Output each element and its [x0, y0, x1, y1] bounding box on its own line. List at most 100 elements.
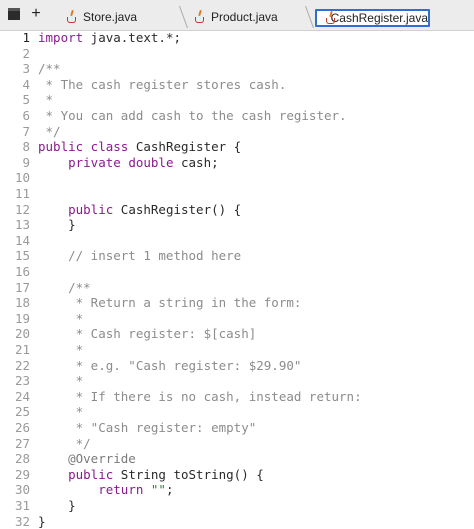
code-text: /**	[38, 61, 61, 77]
code-token: *	[38, 342, 84, 357]
code-token: *	[38, 373, 84, 389]
code-line[interactable]: 18 * Return a string in the form:	[0, 295, 474, 311]
code-line[interactable]: 11	[0, 186, 474, 202]
code-token: public	[68, 466, 114, 482]
code-text: *	[38, 373, 84, 389]
code-text: * Return a string in the form:	[38, 295, 302, 311]
code-text: import java.text.*;	[38, 30, 181, 46]
code-token: ;	[165, 482, 174, 498]
tab-label: Product.java	[211, 10, 278, 24]
code-text: * You can add cash to the cash register.	[38, 108, 347, 124]
code-text: *	[38, 342, 84, 358]
code-line[interactable]: 9 private double cash;	[0, 155, 474, 171]
code-line[interactable]: 3 /**	[0, 61, 474, 77]
code-line[interactable]: 30 return "";	[0, 482, 474, 498]
code-line[interactable]: 28 @Override	[0, 451, 474, 467]
code-token: *	[38, 310, 84, 326]
line-number: 6	[22, 108, 30, 123]
code-text: public class CashRegister {	[38, 139, 241, 155]
code-line[interactable]: 29 public String toString() {	[0, 467, 474, 483]
line-number: 28	[14, 451, 30, 467]
code-token: */	[38, 435, 91, 451]
code-token: // insert 1 method here	[38, 248, 242, 264]
code-token: CashRegister() {	[113, 201, 242, 217]
code-text: private double cash;	[38, 155, 219, 171]
code-line[interactable]: 5 *	[0, 92, 474, 108]
line-number: 30	[14, 482, 30, 498]
line-number: 20	[14, 326, 30, 342]
code-token: java.text.*;	[83, 30, 181, 45]
code-line[interactable]: 23 *	[0, 373, 474, 389]
code-token: ""	[150, 482, 166, 498]
code-line[interactable]: 13 }	[0, 217, 474, 233]
line-number: 15	[14, 248, 30, 264]
code-text: * "Cash register: empty"	[38, 420, 257, 436]
code-line[interactable]: 17 /**	[0, 280, 474, 296]
code-line[interactable]: 26 * "Cash register: empty"	[0, 420, 474, 436]
code-line[interactable]: 24 * If there is no cash, instead return…	[0, 389, 474, 405]
line-number: 9	[22, 154, 30, 170]
line-number: 16	[14, 264, 30, 279]
line-number: 2	[22, 45, 30, 61]
line-number: 18	[14, 295, 30, 311]
code-line[interactable]: 31 }	[0, 498, 474, 514]
line-number: 11	[14, 186, 30, 201]
code-text: }	[38, 514, 46, 529]
code-line[interactable]: 21 *	[0, 342, 474, 358]
tab-label: Store.java	[83, 10, 138, 24]
code-token: * You can add cash to the cash register.	[38, 108, 347, 123]
code-editor[interactable]: 1 import java.text.*; 2 3/** 4 * The cash re…	[0, 30, 474, 529]
code-line[interactable]: 22 * e.g. "Cash register: $29.90"	[0, 358, 474, 374]
code-token: * If there is no cash, instead return:	[38, 388, 362, 404]
code-line[interactable]: 1 import java.text.*;	[0, 30, 474, 46]
code-line[interactable]: 25 *	[0, 404, 474, 420]
terminal-icon	[8, 8, 20, 20]
code-text: /**	[38, 280, 91, 296]
code-token: }	[38, 513, 46, 529]
code-token: public class	[38, 139, 129, 155]
code-line[interactable]: 32}	[0, 514, 474, 529]
code-line[interactable]: 7 */	[0, 124, 474, 140]
add-tab-button[interactable]: +	[26, 3, 46, 25]
code-line[interactable]: 15 // insert 1 method here	[0, 248, 474, 264]
code-line[interactable]: 14	[0, 233, 474, 249]
code-token: }	[38, 217, 76, 233]
code-token: */	[38, 123, 61, 139]
line-number: 19	[14, 310, 30, 326]
code-line[interactable]: 2	[0, 46, 474, 62]
tab-store-java[interactable]: Store.java	[58, 6, 186, 28]
code-line[interactable]: 4 * The cash register stores cash.	[0, 77, 474, 93]
line-number: 14	[14, 232, 30, 248]
code-token: public	[68, 201, 114, 217]
code-token: }	[38, 498, 76, 513]
code-line[interactable]: 19 *	[0, 311, 474, 327]
line-number: 27	[14, 435, 30, 451]
terminal-button[interactable]	[4, 3, 24, 25]
code-text: * If there is no cash, instead return:	[38, 389, 362, 405]
line-number: 21	[14, 342, 30, 357]
code-line[interactable]: 16	[0, 264, 474, 280]
line-number: 8	[22, 139, 30, 155]
code-line[interactable]: 6 * You can add cash to the cash registe…	[0, 108, 474, 124]
code-line[interactable]: 12 public CashRegister() {	[0, 202, 474, 218]
line-number: 32	[14, 513, 30, 529]
code-text: }	[38, 217, 76, 233]
code-token: *	[38, 92, 54, 108]
tab-product-java[interactable]: Product.java	[186, 6, 312, 28]
code-text: *	[38, 92, 54, 108]
tab-cashregister-java[interactable]: CashRegister.java	[315, 9, 430, 27]
code-token: /**	[38, 279, 91, 295]
line-number: 24	[14, 388, 30, 404]
code-text: * e.g. "Cash register: $29.90"	[38, 358, 302, 374]
code-token: cash;	[173, 154, 219, 170]
code-line[interactable]: 10	[0, 170, 474, 186]
code-line[interactable]: 27 */	[0, 436, 474, 452]
plus-icon: +	[31, 5, 41, 22]
code-line[interactable]: 20 * Cash register: $[cash]	[0, 326, 474, 342]
code-text: }	[38, 498, 76, 514]
code-line[interactable]: 8 public class CashRegister {	[0, 139, 474, 155]
line-number: 26	[14, 420, 30, 435]
